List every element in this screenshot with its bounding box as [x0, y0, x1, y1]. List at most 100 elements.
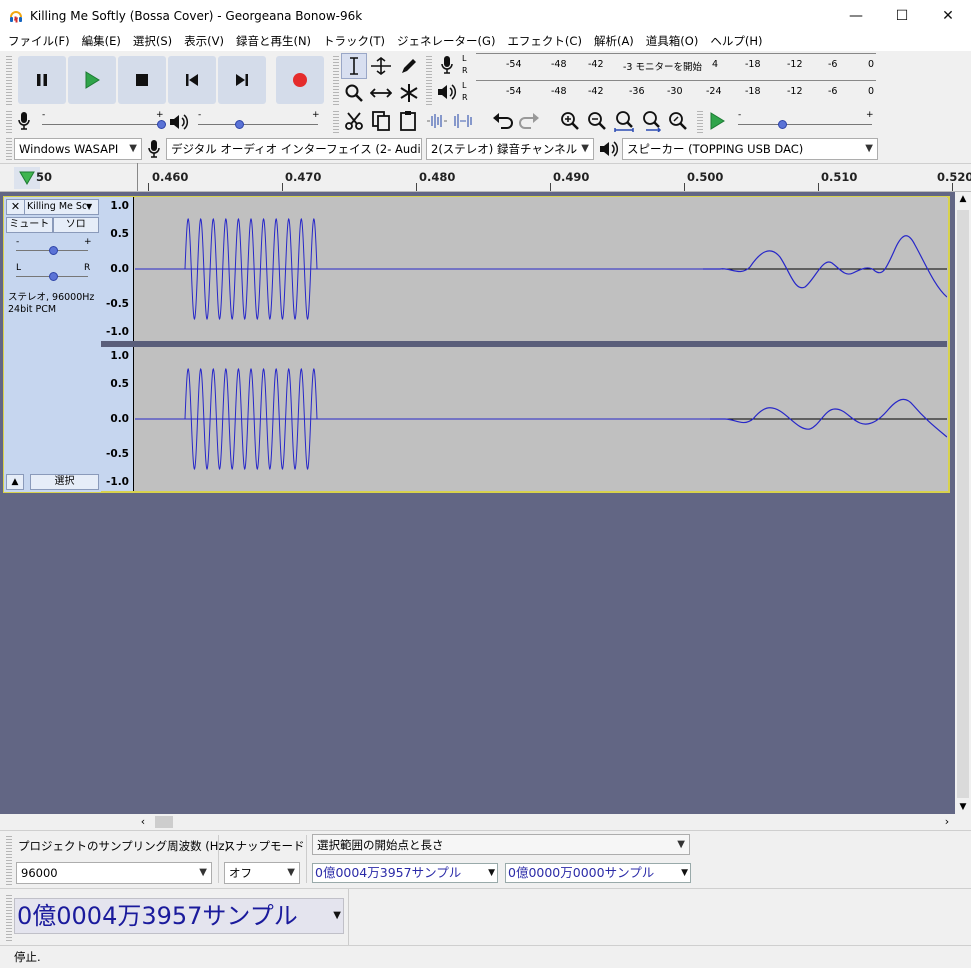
menu-tracks[interactable]: トラック(T): [319, 33, 389, 49]
vertical-ruler-right-channel[interactable]: 1.0 0.5 0.0 -0.5 -1.0: [101, 347, 134, 491]
zoom-toggle-button[interactable]: [665, 108, 691, 134]
menu-view[interactable]: 表示(V): [180, 33, 228, 49]
toolbar-grip[interactable]: [6, 138, 12, 160]
track-pan-slider[interactable]: L R: [12, 263, 92, 283]
waveform-left-channel[interactable]: [135, 197, 947, 341]
time-shift-tool[interactable]: [368, 80, 394, 106]
record-volume-slider[interactable]: - +: [38, 110, 168, 132]
vertical-scroll-thumb[interactable]: [957, 210, 969, 798]
selection-tool[interactable]: [341, 53, 367, 79]
play-button[interactable]: [68, 56, 116, 104]
draw-tool[interactable]: [396, 53, 422, 79]
selection-start-time[interactable]: 0億0004万3957サンプル ▼: [312, 863, 498, 883]
dropdown-arrow-icon[interactable]: ▼: [333, 899, 341, 933]
skip-to-start-button[interactable]: [168, 56, 216, 104]
menu-transport[interactable]: 録音と再生(N): [232, 33, 315, 49]
zoom-in-button[interactable]: [557, 108, 583, 134]
selection-mode-select[interactable]: 選択範囲の開始点と長さ ▼: [312, 834, 690, 855]
undo-button[interactable]: [490, 108, 516, 134]
vertical-scrollbar[interactable]: ▲ ▼: [955, 192, 971, 814]
menu-effect[interactable]: エフェクト(C): [503, 33, 586, 49]
stop-button[interactable]: [118, 56, 166, 104]
waveform-right-channel[interactable]: [135, 347, 947, 491]
menu-edit[interactable]: 編集(E): [78, 33, 125, 49]
selection-length-time[interactable]: 0億0000万0000サンプル ▼: [505, 863, 691, 883]
skip-to-end-button[interactable]: [218, 56, 266, 104]
mute-button[interactable]: ミュート: [6, 217, 53, 233]
recording-device-select[interactable]: デジタル オーディオ インターフェイス (2- Audiotrak I: [166, 138, 422, 160]
fit-selection-button[interactable]: [611, 108, 637, 134]
play-icon: [85, 71, 100, 89]
audio-position-display[interactable]: 0億0004万3957サンプル ▼: [14, 898, 344, 934]
collapse-track-button[interactable]: ▲: [6, 474, 24, 490]
ruler-start-marker: [137, 163, 138, 191]
fit-project-button[interactable]: [638, 108, 664, 134]
menu-generate[interactable]: ジェネレーター(G): [393, 33, 499, 49]
play-meter-button[interactable]: [434, 79, 460, 105]
track-area[interactable]: ✕ Killing Me Soft ▼ ミュート ソロ - + L R ステレオ…: [0, 192, 955, 814]
track-control-panel[interactable]: ✕ Killing Me Soft ▼ ミュート ソロ - + L R ステレオ…: [4, 197, 101, 492]
record-meter[interactable]: LR -54 -48 -42 -3 モニターを開始 4 -18 -12 -6 0: [462, 53, 876, 79]
toolbar-grip[interactable]: [6, 893, 12, 941]
close-button[interactable]: ✕: [925, 0, 971, 31]
minimize-button[interactable]: —: [833, 0, 879, 31]
record-meter-button[interactable]: [434, 52, 460, 78]
menu-analyze[interactable]: 解析(A): [590, 33, 638, 49]
toolbar-grip[interactable]: [697, 109, 703, 133]
silence-button[interactable]: [450, 108, 476, 134]
scroll-up-arrow-icon[interactable]: ▲: [955, 194, 971, 204]
zoom-out-icon: [588, 112, 606, 130]
toolbar-grip[interactable]: [333, 109, 339, 133]
toolbar-grip[interactable]: [6, 55, 12, 105]
menu-help[interactable]: ヘルプ(H): [706, 33, 766, 49]
horizontal-scroll-thumb[interactable]: [155, 816, 173, 828]
chevron-down-icon[interactable]: ▼: [86, 200, 98, 214]
record-button[interactable]: [276, 56, 324, 104]
playback-device-select[interactable]: スピーカー (TOPPING USB DAC) ▼: [622, 138, 878, 160]
scroll-left-arrow-icon[interactable]: ‹: [135, 814, 151, 830]
toolbar-grip[interactable]: [6, 109, 12, 133]
maximize-button[interactable]: ☐: [879, 0, 925, 31]
track-close-button[interactable]: ✕: [7, 200, 25, 214]
redo-button[interactable]: [516, 108, 542, 134]
zoom-out-button[interactable]: [584, 108, 610, 134]
track-gain-slider[interactable]: - +: [12, 237, 92, 257]
toolbar-grip[interactable]: [6, 835, 12, 885]
select-track-button[interactable]: 選択: [30, 474, 99, 490]
horizontal-scrollbar[interactable]: ‹ ›: [135, 814, 955, 830]
vertical-ruler-left-channel[interactable]: 1.0 0.5 0.0 -0.5 -1.0: [101, 197, 134, 341]
solo-button[interactable]: ソロ: [52, 217, 99, 233]
play-meter[interactable]: LR -54 -48 -42 -36 -30 -24 -18 -12 -6 0: [462, 80, 876, 106]
playback-speed-slider[interactable]: - +: [734, 110, 876, 132]
waveform-segment: [710, 398, 947, 438]
toolbar-grip[interactable]: [426, 55, 432, 105]
cut-button[interactable]: [341, 108, 367, 134]
audio-host-select[interactable]: Windows WASAPI ▼: [14, 138, 142, 160]
copy-button[interactable]: [368, 108, 394, 134]
scroll-right-arrow-icon[interactable]: ›: [939, 814, 955, 830]
trim-button[interactable]: [424, 108, 450, 134]
zoom-tool[interactable]: [341, 80, 367, 106]
multi-tool[interactable]: [396, 80, 422, 106]
timeline-ruler[interactable]: 50 0.460 0.470 0.480 0.490 0.500 0.510 0…: [0, 163, 971, 192]
play-at-speed-button[interactable]: [704, 108, 730, 134]
playback-volume-slider[interactable]: - +: [194, 110, 324, 132]
scroll-down-arrow-icon[interactable]: ▼: [955, 802, 971, 812]
microphone-icon: [18, 112, 30, 130]
toolbar-area: LR -54 -48 -42 -3 モニターを開始 4 -18 -12 -6 0…: [0, 51, 971, 164]
dropdown-arrow-icon[interactable]: ▼: [681, 864, 688, 882]
toolbar-grip[interactable]: [333, 55, 339, 105]
meter-channel-labels: LR: [462, 81, 468, 102]
project-rate-select[interactable]: 96000 ▼: [16, 862, 212, 884]
envelope-tool[interactable]: [368, 53, 394, 79]
pause-button[interactable]: [18, 56, 66, 104]
menu-select[interactable]: 選択(S): [129, 33, 176, 49]
status-text: 停止.: [14, 950, 41, 964]
paste-button[interactable]: [395, 108, 421, 134]
dropdown-arrow-icon[interactable]: ▼: [488, 864, 495, 882]
snap-mode-select[interactable]: オフ ▼: [224, 862, 300, 884]
recording-channels-select[interactable]: 2(ステレオ) 録音チャンネル ▼: [426, 138, 594, 160]
menu-tools[interactable]: 道具箱(O): [642, 33, 703, 49]
menu-file[interactable]: ファイル(F): [4, 33, 74, 49]
track-name-menu[interactable]: Killing Me Soft: [25, 200, 86, 214]
